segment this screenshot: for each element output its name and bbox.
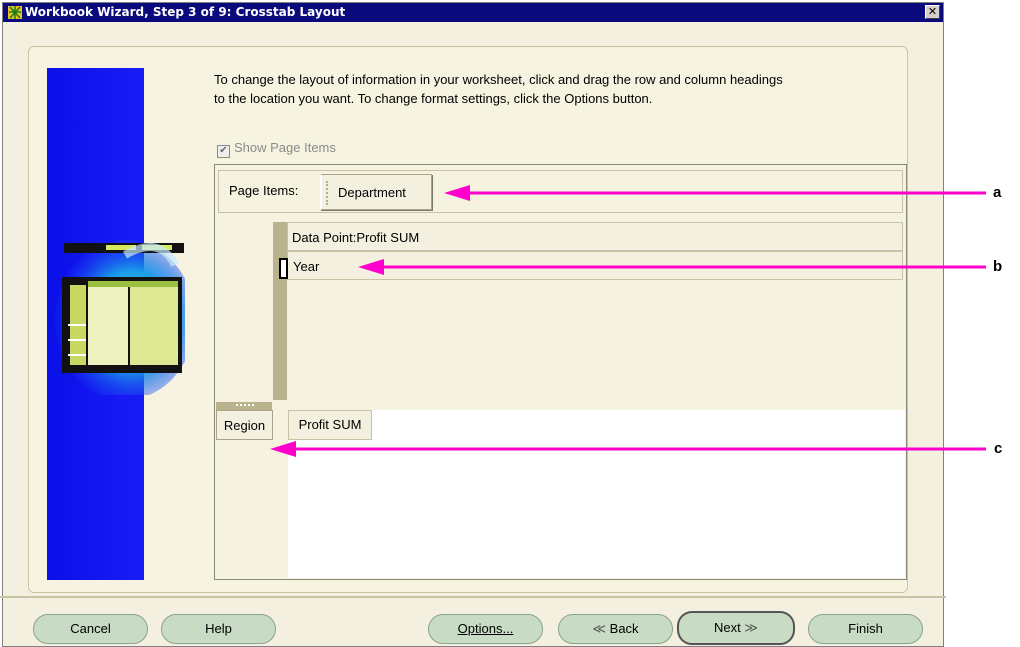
finish-label: Finish [848,621,883,636]
column-header-label: Region [223,418,266,433]
callout-label-b: b [993,258,1003,275]
data-area [288,410,905,578]
window-title: Workbook Wizard, Step 3 of 9: Crosstab L… [25,5,346,19]
page-item-label: Department [338,185,406,200]
checkbox-checked-icon: ✔ [217,145,230,158]
back-button[interactable]: ≪ Back [558,614,673,644]
wizard-icon [8,6,22,19]
drag-cursor-icon [279,258,288,279]
row-header-year[interactable]: Year [287,251,903,280]
drag-handle-icon [276,227,281,249]
column-header-region[interactable]: Region [216,410,273,440]
show-page-items-label: Show Page Items [234,140,336,155]
back-arrow-icon: ≪ [592,621,607,636]
crosstab-illustration-icon [55,240,185,395]
instructions-line-2: to the location you want. To change form… [214,91,653,106]
cancel-button[interactable]: Cancel [33,614,148,644]
title-bar[interactable]: Workbook Wizard, Step 3 of 9: Crosstab L… [3,3,943,22]
data-cell-profit-sum[interactable]: Profit SUM [288,410,372,440]
show-page-items-checkbox[interactable]: ✔ Show Page Items [217,140,336,158]
cancel-label: Cancel [70,621,111,636]
row-header-label: Year [293,259,320,274]
options-button[interactable]: Options... [428,614,543,644]
help-button[interactable]: Help [161,614,276,644]
options-label: Options... [457,621,514,636]
next-arrow-icon: ≫ [744,620,758,635]
callout-label-a: a [993,184,1002,201]
instructions: To change the layout of information in y… [214,70,914,108]
drag-handle-icon [326,181,331,205]
next-button[interactable]: Next ≫ [677,611,795,645]
column-drag-handle-icon[interactable] [216,402,272,410]
callout-label-c: c [994,440,1003,457]
back-label: Back [609,621,639,636]
page-items-label: Page Items: [229,183,299,198]
data-point-label: Data Point:Profit SUM [292,230,420,245]
button-bar-divider [0,596,946,598]
finish-button[interactable]: Finish [808,614,923,644]
instructions-line-1: To change the layout of information in y… [214,72,783,87]
next-label: Next [714,620,741,635]
help-label: Help [205,621,232,636]
close-button[interactable]: ✕ [925,5,940,19]
page-item-department[interactable]: Department [320,174,432,210]
data-cell-label: Profit SUM [298,417,362,432]
data-point-header[interactable]: Data Point:Profit SUM [276,222,903,251]
close-icon: ✕ [927,5,938,18]
